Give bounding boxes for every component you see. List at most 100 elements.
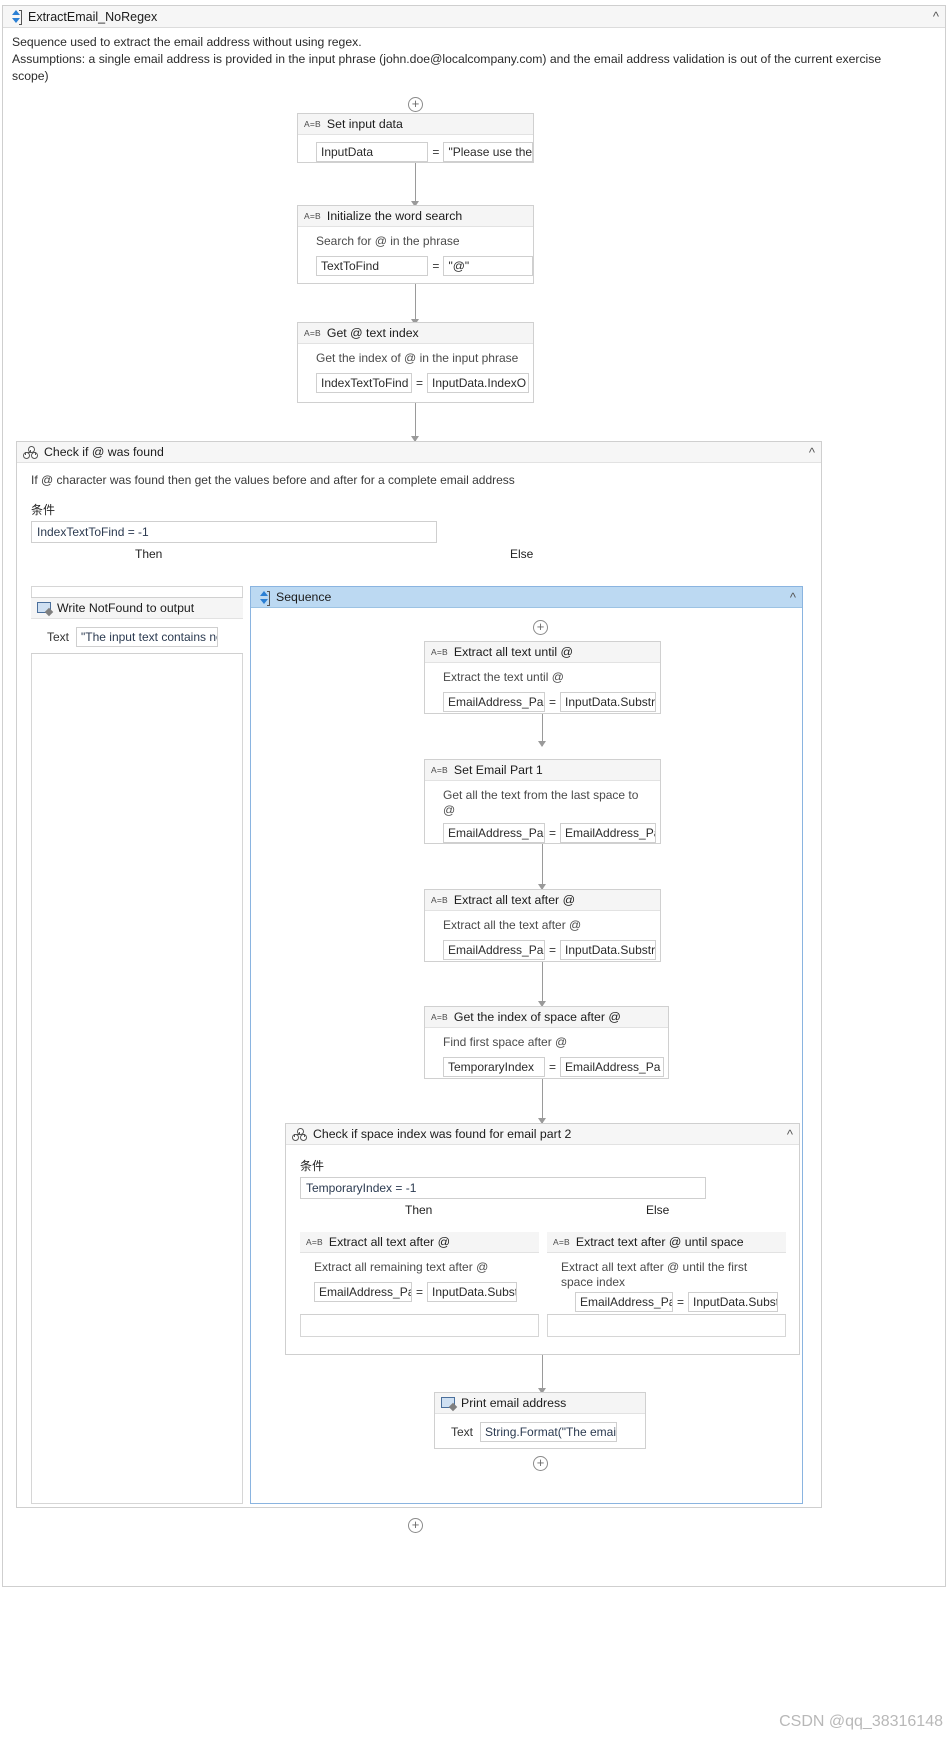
activity-header: A=B Extract all text after @ (300, 1232, 539, 1253)
assign-value-field[interactable]: InputData.IndexO (427, 373, 530, 393)
connector-arrow (538, 844, 546, 890)
activity-print-email-address[interactable]: Print email address Text String.Format("… (434, 1392, 646, 1449)
workflow-description: Sequence used to extract the email addre… (12, 35, 882, 83)
add-activity-plus-top[interactable] (408, 97, 423, 112)
assign-value-field[interactable]: InputData.Substri (560, 940, 657, 960)
write-line-icon (37, 602, 54, 617)
activity-title: Write NotFound to output (57, 601, 195, 615)
connector-arrow (411, 403, 419, 442)
activity-title: Print email address (461, 1396, 567, 1410)
activity-initialize-word-search[interactable]: A=B Initialize the word search Search fo… (297, 205, 534, 284)
add-activity-plus-inner-top[interactable] (533, 620, 548, 635)
activity-header: Write NotFound to output (31, 598, 243, 619)
add-activity-plus-inner-bottom[interactable] (533, 1456, 548, 1471)
assign-to-field[interactable]: EmailAddress_Pa (443, 823, 545, 843)
activity-header: A=B Set input data (298, 114, 533, 135)
activity-note: Extract all text after @ until the first… (561, 1260, 748, 1289)
activity-title: Extract all text after @ (328, 1235, 451, 1249)
else-branch-pane[interactable]: Sequence ^ A=B Extract all text until @ … (250, 586, 803, 1504)
activity-write-notfound-to-output[interactable]: Write NotFound to output Text "The input… (31, 597, 243, 654)
else-sequence-header[interactable]: Sequence ^ (251, 587, 802, 608)
chevron-up-icon[interactable]: ^ (787, 1128, 793, 1141)
assign-value-field[interactable]: InputData.Substri (688, 1292, 779, 1312)
activity-set-input-data[interactable]: A=B Set input data InputData = "Please u… (297, 113, 534, 163)
activity-extract-after-at-until-space[interactable]: A=B Extract text after @ until space Ext… (547, 1232, 786, 1315)
chevron-up-icon[interactable]: ^ (790, 591, 796, 604)
root-sequence-header[interactable]: ExtractEmail_NoRegex ^ (3, 6, 945, 28)
assign-to-field[interactable]: EmailAddress_Pa (443, 692, 545, 712)
connector-arrow (538, 1355, 546, 1394)
activity-title: Get @ text index (326, 326, 419, 340)
sequence-icon (257, 590, 270, 606)
add-activity-plus-bottom[interactable] (408, 1518, 423, 1533)
chevron-up-icon[interactable]: ^ (933, 10, 939, 23)
activity-header: Print email address (435, 1393, 645, 1414)
if-check-at-was-found[interactable]: Check if @ was found ^ If @ character wa… (16, 441, 822, 1508)
else-label: Else (646, 1203, 670, 1217)
activity-title: Set Email Part 1 (453, 763, 543, 777)
inner-else-branch-pane[interactable]: A=B Extract text after @ until space Ext… (547, 1232, 786, 1337)
text-field-label: Text (47, 630, 70, 644)
activity-extract-remaining-after-at[interactable]: A=B Extract all text after @ Extract all… (300, 1232, 539, 1315)
assign-value-field[interactable]: EmailAddress_Pa (560, 823, 657, 843)
assign-icon: A=B (431, 895, 448, 905)
equals-sign: = (677, 1295, 685, 1309)
connector-arrow (411, 163, 419, 207)
assign-icon: A=B (304, 119, 321, 129)
text-field-input[interactable]: String.Format("The email a (480, 1422, 618, 1442)
branch-labels: Then Else (286, 1199, 799, 1221)
connector-arrow (538, 1079, 546, 1124)
assign-value-field[interactable]: InputData.Substri (427, 1282, 518, 1302)
activity-header: A=B Set Email Part 1 (425, 760, 660, 781)
watermark: CSDN @qq_38316148 (779, 1713, 943, 1730)
assign-value-field[interactable]: "@" (443, 256, 533, 276)
assign-icon: A=B (431, 647, 448, 657)
else-label: Else (510, 547, 534, 561)
activity-title: Set input data (326, 117, 403, 131)
root-sequence-title: ExtractEmail_NoRegex (28, 9, 158, 24)
assign-to-field[interactable]: IndexTextToFind (316, 373, 412, 393)
assign-icon: A=B (553, 1237, 570, 1247)
if-icon (23, 445, 38, 459)
assign-to-field[interactable]: TemporaryIndex (443, 1057, 545, 1077)
equals-sign: = (549, 1060, 557, 1074)
activity-header: A=B Get @ text index (298, 323, 533, 344)
condition-input[interactable]: TemporaryIndex = -1 (300, 1177, 706, 1199)
assign-icon: A=B (304, 211, 321, 221)
inner-then-branch-pane[interactable]: A=B Extract all text after @ Extract all… (300, 1232, 539, 1337)
activity-extract-all-text-after-at[interactable]: A=B Extract all text after @ Extract all… (424, 889, 661, 962)
assign-value-field[interactable]: EmailAddress_Pa (560, 1057, 665, 1077)
assign-icon: A=B (304, 328, 321, 338)
then-branch-pane[interactable]: Write NotFound to output Text "The input… (31, 586, 243, 1504)
condition-input[interactable]: IndexTextToFind = -1 (31, 521, 437, 543)
assign-to-field[interactable]: EmailAddress_Pa (575, 1292, 673, 1312)
chevron-up-icon[interactable]: ^ (809, 446, 815, 459)
if-icon (292, 1127, 307, 1141)
activity-get-at-text-index[interactable]: A=B Get @ text index Get the index of @ … (297, 322, 534, 403)
assign-to-field[interactable]: EmailAddress_Pa (314, 1282, 412, 1302)
activity-extract-all-text-until-at[interactable]: A=B Extract all text until @ Extract the… (424, 641, 661, 714)
connector-arrow (411, 284, 419, 325)
assign-value-field[interactable]: InputData.Substri (560, 692, 657, 712)
activity-note: Search for @ in the phrase (316, 234, 460, 248)
if-title: Check if space index was found for email… (313, 1127, 572, 1141)
activity-set-email-part-1[interactable]: A=B Set Email Part 1 Get all the text fr… (424, 759, 661, 844)
branch-labels: Then Else (17, 543, 821, 565)
equals-sign: = (416, 376, 424, 390)
assign-to-field[interactable]: EmailAddress_Pa (443, 940, 545, 960)
activity-title: Extract text after @ until space (575, 1235, 744, 1249)
assign-to-field[interactable]: TextToFind (316, 256, 429, 276)
if-check-space-index-found[interactable]: Check if space index was found for email… (285, 1123, 800, 1355)
assign-to-field[interactable]: InputData (316, 142, 429, 162)
text-field-input[interactable]: "The input text contains no (76, 627, 219, 647)
if-header[interactable]: Check if @ was found ^ (17, 442, 821, 463)
assign-value-field[interactable]: "Please use the fc (443, 142, 533, 162)
activity-get-index-of-space-after-at[interactable]: A=B Get the index of space after @ Find … (424, 1006, 669, 1079)
activity-header: A=B Extract all text after @ (425, 890, 660, 911)
activity-note: Get all the text from the last space to … (443, 788, 639, 817)
if-header[interactable]: Check if space index was found for email… (286, 1124, 799, 1145)
activity-note: Extract all the text after @ (443, 918, 582, 932)
activity-note: Extract all remaining text after @ (314, 1260, 489, 1274)
then-label: Then (405, 1203, 433, 1217)
if-note: If @ character was found then get the va… (31, 473, 515, 487)
